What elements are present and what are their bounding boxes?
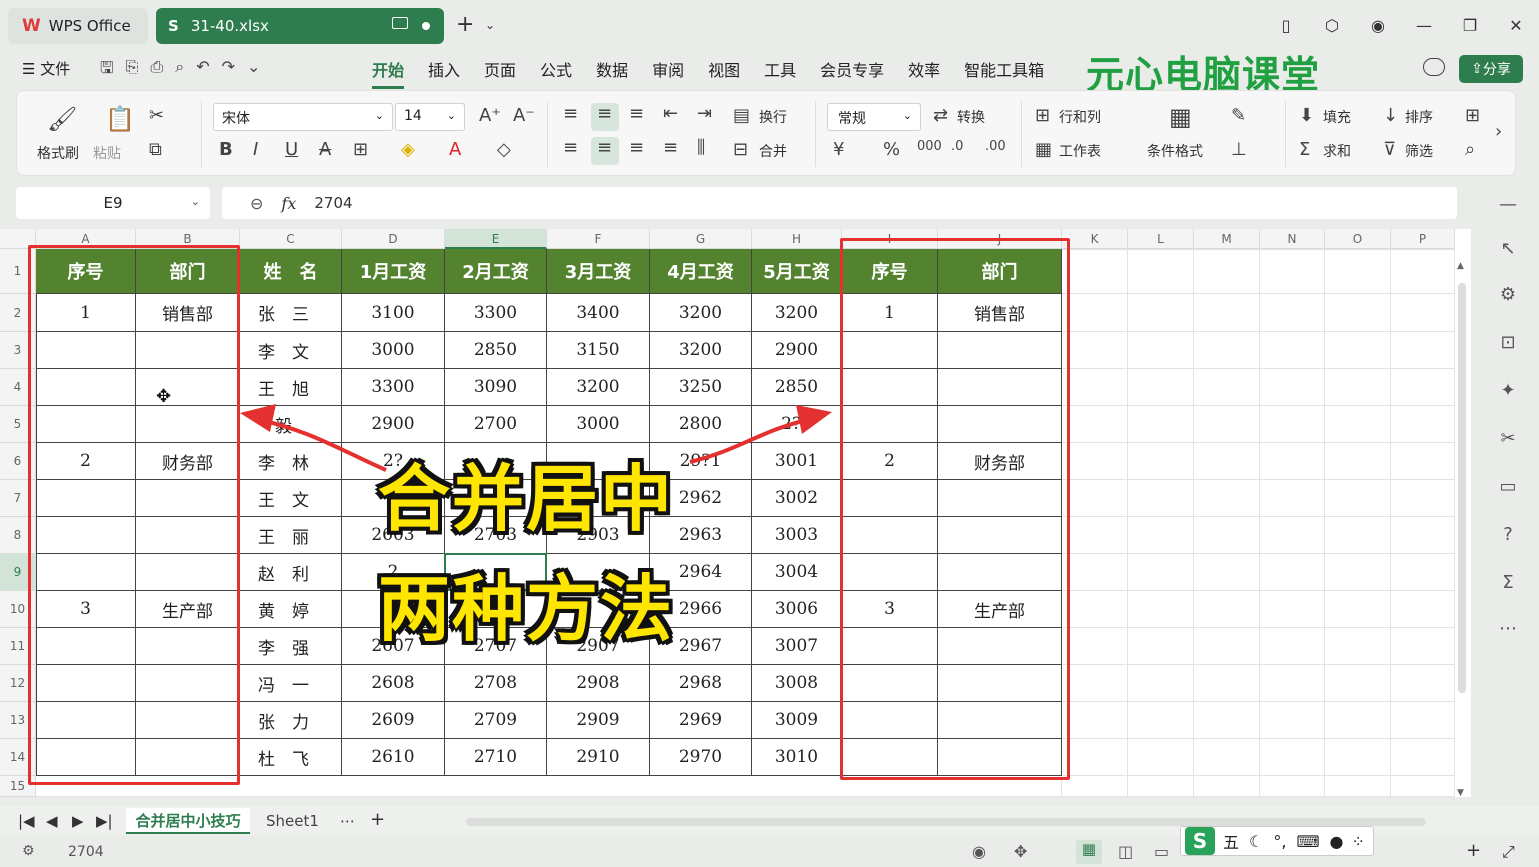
user-icon[interactable]: ● [1330, 832, 1344, 851]
cursor-icon: ✥ [156, 386, 172, 407]
horizontal-scrollbar[interactable] [466, 818, 1426, 826]
prev-sheet-icon[interactable]: ◀ [46, 812, 58, 830]
normal-view-icon[interactable]: ▦ [1076, 840, 1102, 864]
zoom-in-icon[interactable]: + [1466, 840, 1481, 861]
punctuation-icon[interactable]: °, [1273, 832, 1286, 851]
status-mode-icon[interactable]: ⚙ [22, 843, 35, 859]
sogou-logo-icon: S [1185, 827, 1215, 855]
moon-icon[interactable]: ☾ [1249, 832, 1263, 851]
arrows-overlay [240, 404, 832, 472]
status-value: 2704 [68, 844, 104, 860]
last-sheet-icon[interactable]: ▶| [96, 812, 113, 830]
arrow-left [251, 416, 387, 472]
arrow-left-head [240, 404, 276, 432]
arrow-right [689, 416, 816, 464]
eye-icon[interactable]: ◉ [972, 842, 986, 861]
next-sheet-icon[interactable]: ▶ [72, 812, 84, 830]
fullscreen-icon[interactable]: ⤢ [1502, 842, 1515, 862]
move-icon[interactable]: ✥ [1014, 842, 1027, 861]
add-sheet-icon[interactable]: + [370, 809, 385, 830]
overlay-title-line2: 两种方法 [378, 567, 675, 651]
overlay-title-line1: 合并居中 [378, 457, 675, 541]
break-view-icon[interactable]: ▭ [1154, 842, 1169, 861]
page-view-icon[interactable]: ◫ [1118, 842, 1133, 861]
ime-toolbar[interactable]: S 五 ☾ °, ⌨ ● ⁘ [1180, 826, 1374, 856]
keyboard-icon[interactable]: ⌨ [1296, 832, 1319, 851]
sheet-tab-active[interactable]: 合并居中小技巧 [126, 808, 250, 834]
arrow-right-head [796, 405, 832, 434]
ime-mode[interactable]: 五 [1223, 829, 1239, 853]
grid-icon[interactable]: ⁘ [1352, 832, 1365, 851]
sheet-tab-sheet1[interactable]: Sheet1 [266, 808, 319, 834]
first-sheet-icon[interactable]: |◀ [18, 812, 35, 830]
more-sheets-icon[interactable]: ⋯ [340, 812, 355, 830]
